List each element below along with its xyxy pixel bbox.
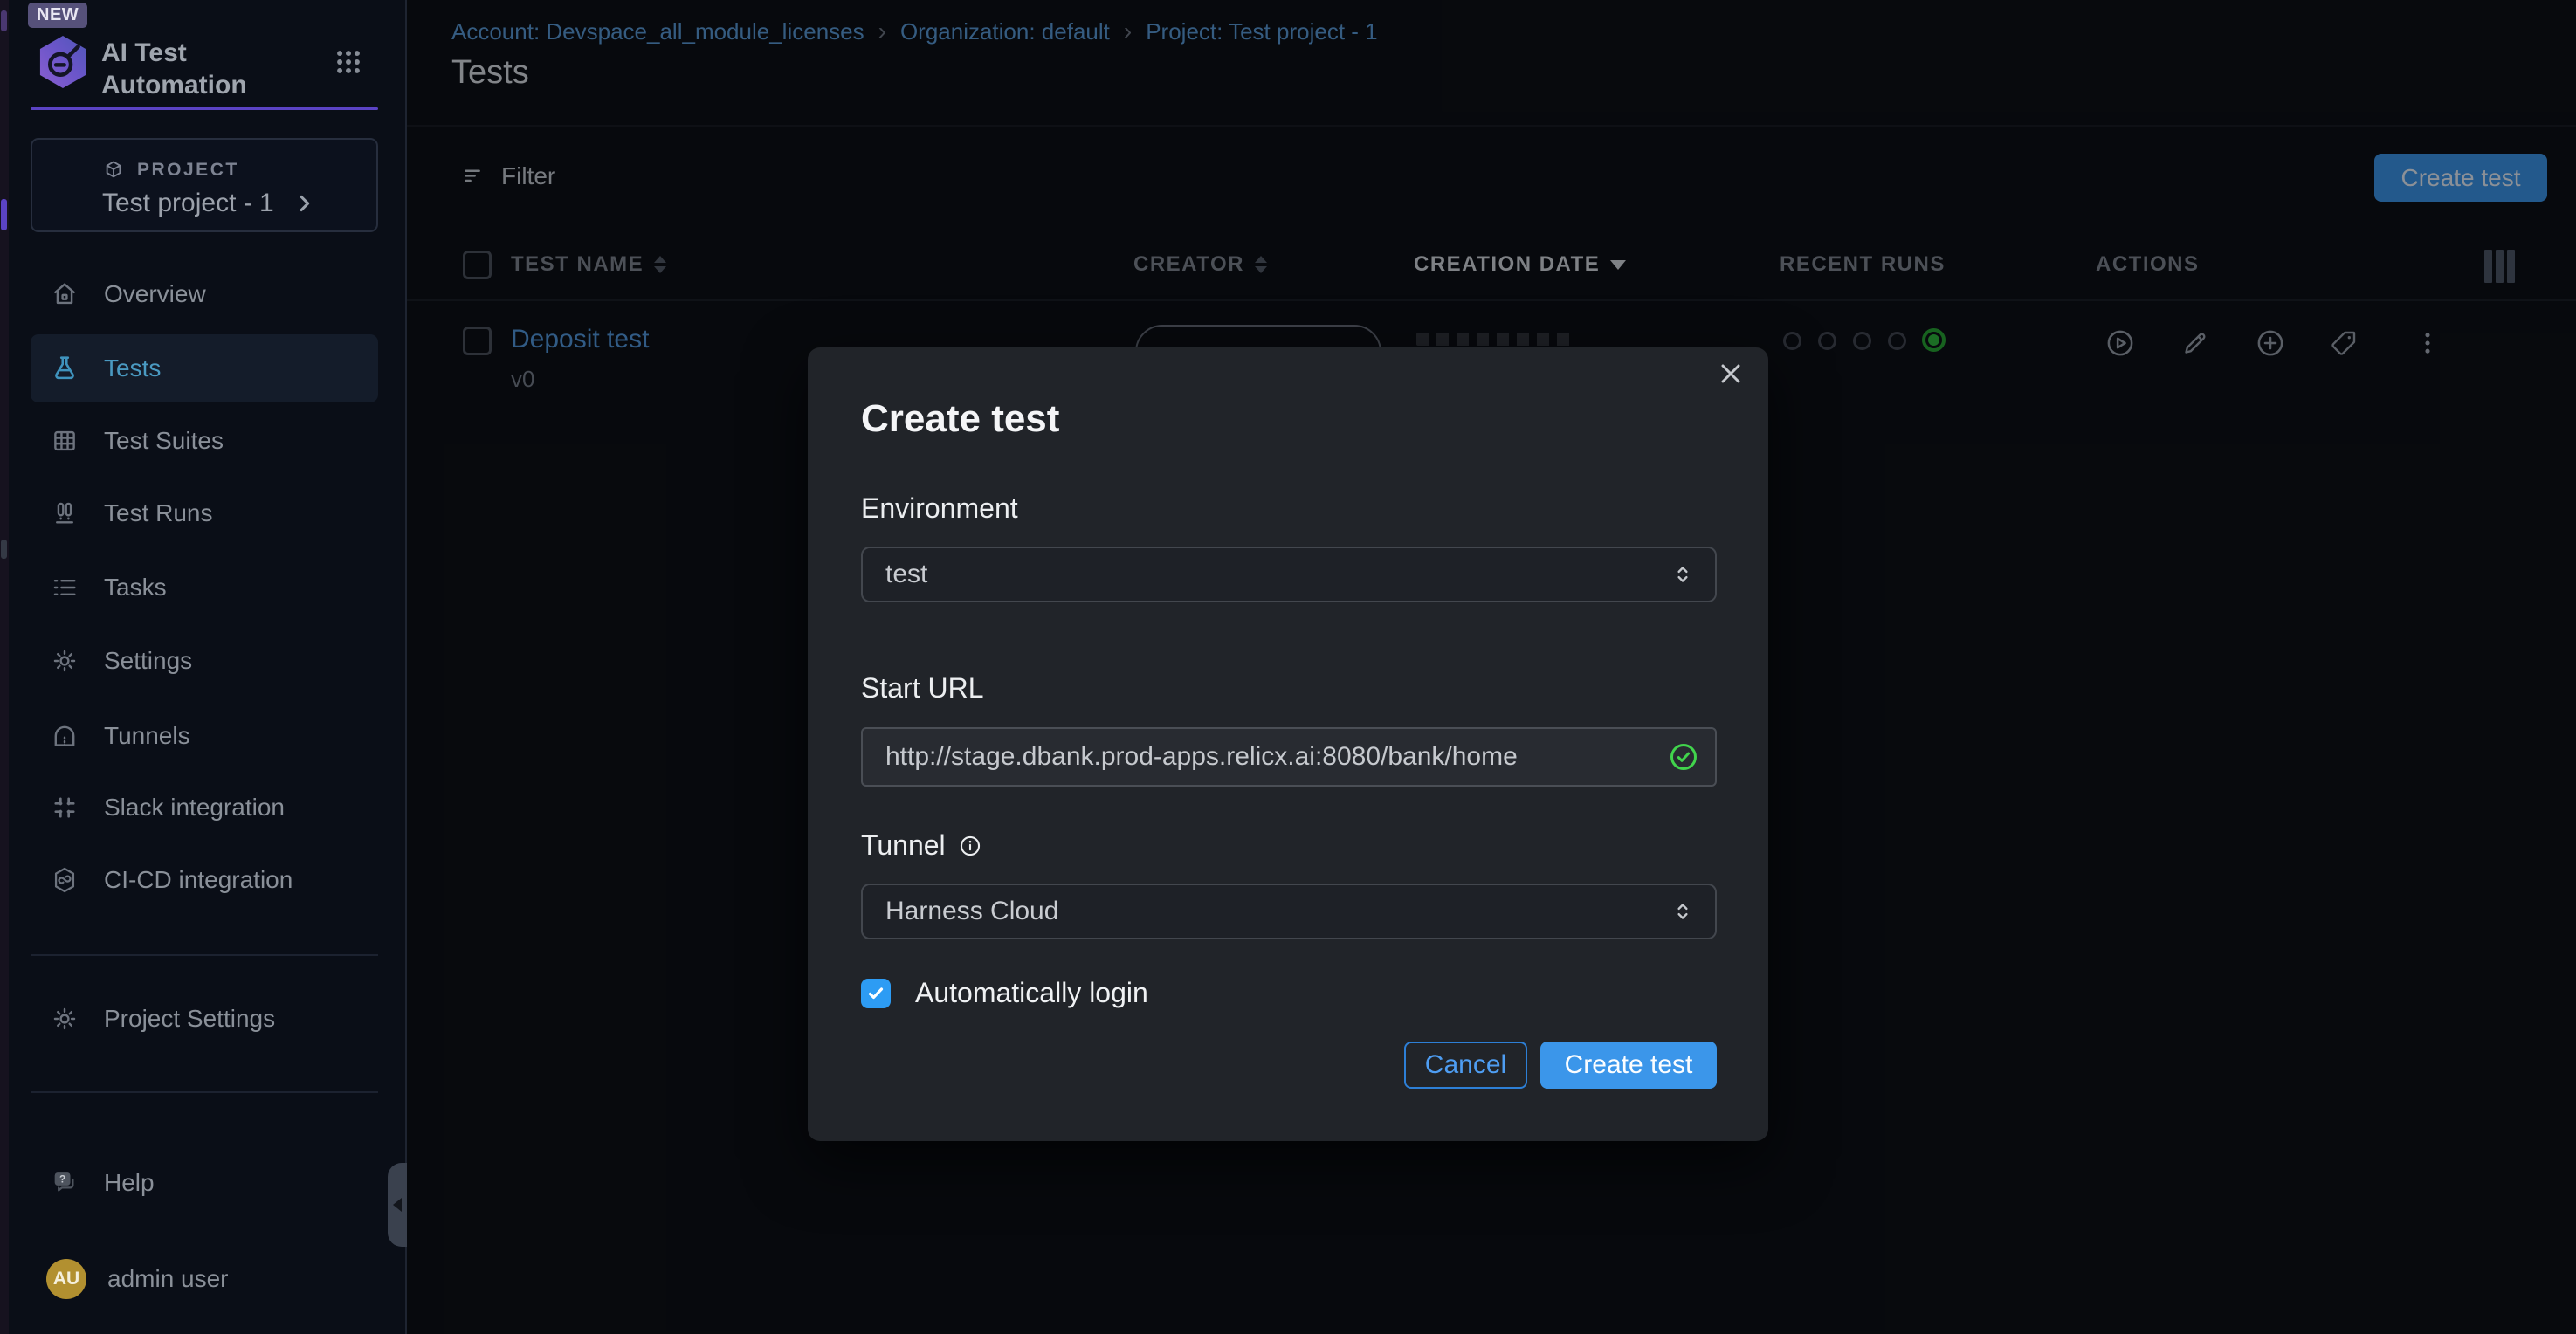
collapse-arrow-icon bbox=[393, 1198, 402, 1212]
columns-icon bbox=[50, 499, 79, 528]
rail-scroll-thumb[interactable] bbox=[1, 199, 7, 230]
sidebar-item-settings[interactable]: Settings bbox=[31, 627, 378, 695]
flask-icon bbox=[50, 354, 79, 383]
tunnel-icon bbox=[50, 721, 79, 751]
sidebar-item-cicd-integration[interactable]: CI-CD integration bbox=[31, 846, 378, 914]
dialog-create-test-button[interactable]: Create test bbox=[1540, 1042, 1717, 1089]
gear-icon bbox=[50, 646, 79, 676]
cancel-button[interactable]: Cancel bbox=[1404, 1042, 1527, 1089]
auto-login-checkbox[interactable] bbox=[861, 979, 891, 1008]
info-icon[interactable] bbox=[958, 834, 982, 858]
auto-login-label: Automatically login bbox=[915, 977, 1148, 1009]
sidebar-item-test-runs[interactable]: Test Runs bbox=[31, 479, 378, 547]
list-icon bbox=[50, 573, 79, 602]
chevron-up-down-icon bbox=[1670, 898, 1696, 925]
tunnel-value: Harness Cloud bbox=[885, 897, 1058, 926]
project-card-name: Test project - 1 bbox=[102, 189, 274, 218]
module-rail bbox=[0, 0, 9, 1334]
avatar: AU bbox=[46, 1259, 86, 1299]
slack-icon bbox=[50, 793, 79, 822]
sidebar-item-tests[interactable]: Tests bbox=[31, 334, 378, 402]
main-content: Account: Devspace_all_module_licenses › … bbox=[407, 0, 2576, 1334]
chevron-up-down-icon bbox=[1670, 561, 1696, 588]
sidebar-item-project-settings[interactable]: Project Settings bbox=[31, 985, 378, 1053]
brand-divider bbox=[31, 107, 378, 110]
app-screen: NEW AI Test Automation bbox=[0, 0, 2576, 1334]
rail-accent-mid bbox=[1, 540, 7, 559]
sidebar-item-slack-integration[interactable]: Slack integration bbox=[31, 774, 378, 842]
start-url-label: Start URL bbox=[861, 672, 983, 705]
user-menu[interactable]: AU admin user bbox=[31, 1245, 378, 1313]
sidebar-item-overview[interactable]: Overview bbox=[31, 260, 378, 328]
sidebar: NEW AI Test Automation bbox=[9, 0, 407, 1334]
start-url-input[interactable] bbox=[861, 727, 1717, 787]
user-name: admin user bbox=[107, 1265, 229, 1293]
environment-select[interactable]: test bbox=[861, 547, 1717, 602]
app-logo-icon[interactable] bbox=[33, 31, 93, 93]
environment-label: Environment bbox=[861, 492, 1018, 525]
sidebar-item-test-suites[interactable]: Test Suites bbox=[31, 407, 378, 475]
project-card-label: PROJECT bbox=[137, 160, 239, 181]
sidebar-item-tasks[interactable]: Tasks bbox=[31, 554, 378, 622]
help-icon: ? bbox=[50, 1168, 79, 1198]
tunnel-label: Tunnel bbox=[861, 829, 946, 862]
app-switcher-icon[interactable] bbox=[334, 47, 363, 77]
auto-login-row: Automatically login bbox=[861, 977, 1148, 1009]
sidebar-collapse-handle[interactable] bbox=[388, 1163, 407, 1247]
cube-icon bbox=[102, 159, 125, 182]
sidebar-divider-2 bbox=[31, 1091, 378, 1093]
tunnel-label-row: Tunnel bbox=[861, 829, 982, 862]
dialog-title: Create test bbox=[861, 397, 1059, 441]
new-badge: NEW bbox=[28, 3, 87, 28]
app-title: AI Test Automation bbox=[101, 37, 285, 101]
sidebar-item-tunnels[interactable]: Tunnels bbox=[31, 702, 378, 770]
sidebar-divider-1 bbox=[31, 954, 378, 956]
create-test-dialog: Create test Environment test Start URL T… bbox=[808, 347, 1768, 1141]
close-icon[interactable] bbox=[1715, 358, 1746, 389]
svg-text:?: ? bbox=[59, 1172, 65, 1185]
url-valid-check-icon bbox=[1668, 741, 1699, 773]
grid-icon bbox=[50, 426, 79, 456]
sidebar-item-help[interactable]: ? Help bbox=[31, 1149, 378, 1217]
environment-value: test bbox=[885, 560, 927, 589]
project-selector[interactable]: PROJECT Test project - 1 bbox=[31, 138, 378, 232]
chevron-right-icon bbox=[292, 191, 316, 216]
home-icon bbox=[50, 279, 79, 309]
gear-icon bbox=[50, 1004, 79, 1034]
rail-accent-top bbox=[1, 10, 7, 31]
tunnel-select[interactable]: Harness Cloud bbox=[861, 884, 1717, 939]
hexagon-link-icon bbox=[50, 865, 79, 895]
